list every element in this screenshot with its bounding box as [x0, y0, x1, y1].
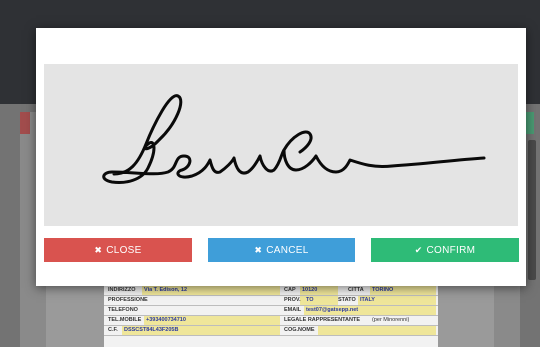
- cap-value[interactable]: 10120: [302, 286, 317, 295]
- prov-label: PROV.: [284, 297, 301, 303]
- close-button[interactable]: ✖ CLOSE: [44, 238, 192, 262]
- background-button-left: [20, 112, 30, 134]
- form-row-cf: C.F. DSSCST84L43F205B COG.NOME: [104, 326, 438, 336]
- stato-value[interactable]: ITALY: [360, 296, 375, 305]
- cognome-label: COG.NOME: [284, 327, 315, 333]
- close-button-label: CLOSE: [106, 244, 142, 256]
- times-icon: ✖: [94, 244, 103, 255]
- customer-form: INDIRIZZO Via T. Edison, 12 CAP 10120 CI…: [104, 286, 438, 347]
- confirm-button[interactable]: ✔ CONFIRM: [371, 238, 519, 262]
- signature-canvas[interactable]: [44, 64, 518, 226]
- check-icon: ✔: [414, 244, 423, 255]
- stato-label: STATO: [338, 297, 356, 303]
- confirm-button-label: CONFIRM: [426, 244, 476, 256]
- cancel-button-label: CANCEL: [266, 244, 309, 256]
- form-row-profession: PROFESSIONE PROV. TO STATO ITALY: [104, 296, 438, 306]
- profession-label: PROFESSIONE: [108, 297, 148, 303]
- cf-label: C.F.: [108, 327, 118, 333]
- form-row-mobile: TEL.MOBILE +393400734710 LEGALE RAPPRESE…: [104, 316, 438, 326]
- form-row-phone: TELEFONO EMAIL test07@gatsepp.net: [104, 306, 438, 316]
- signature-stroke: [102, 94, 486, 184]
- mobile-value[interactable]: +393400734710: [146, 316, 186, 325]
- mobile-label: TEL.MOBILE: [108, 317, 142, 323]
- phone-label: TELEFONO: [108, 307, 138, 313]
- times-icon: ✖: [254, 244, 263, 255]
- cf-value[interactable]: DSSCST84L43F205B: [124, 326, 178, 335]
- address-value[interactable]: Via T. Edison, 12: [144, 286, 187, 295]
- cancel-button[interactable]: ✖ CANCEL: [208, 238, 355, 262]
- email-label: EMAIL: [284, 307, 302, 313]
- background-scrollbar: [528, 140, 536, 280]
- cap-label: CAP: [284, 287, 296, 293]
- signature-dialog: ✖ CLOSE ✖ CANCEL ✔ CONFIRM: [36, 28, 526, 286]
- legale-note: (per Minorenni): [372, 317, 410, 323]
- citta-value[interactable]: TORINO: [372, 286, 393, 295]
- prov-value[interactable]: TO: [306, 296, 314, 305]
- form-row-address: INDIRIZZO Via T. Edison, 12 CAP 10120 CI…: [104, 286, 438, 296]
- legale-label: LEGALE RAPPRESENTANTE: [284, 317, 360, 323]
- citta-label: CITTA: [348, 287, 364, 293]
- address-label: INDIRIZZO: [108, 287, 136, 293]
- email-value[interactable]: test07@gatsepp.net: [306, 306, 358, 315]
